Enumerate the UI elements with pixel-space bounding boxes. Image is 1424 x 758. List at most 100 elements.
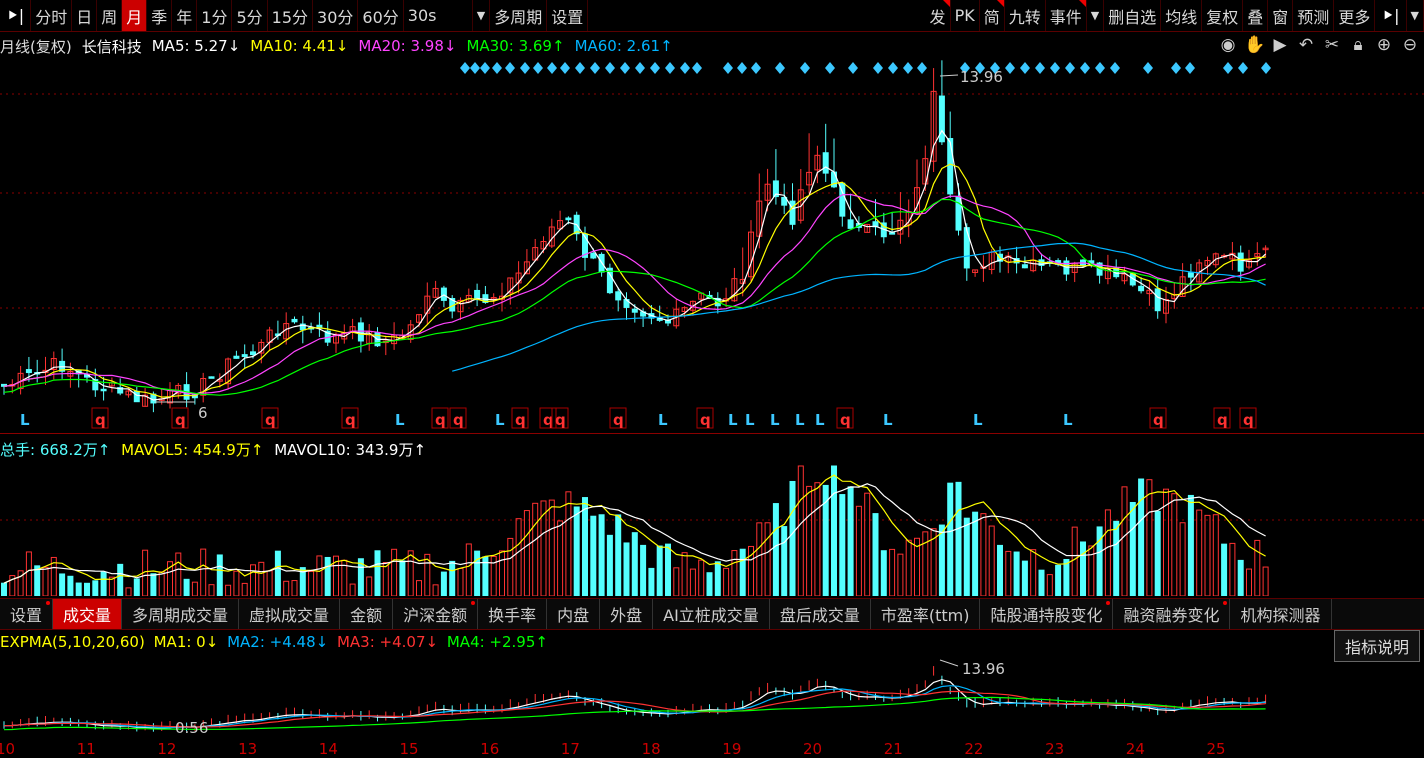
- chevron-down-icon[interactable]: ▼: [473, 0, 491, 31]
- panel-toggle-icon[interactable]: ⯈|: [0, 0, 32, 31]
- volume-bar: [955, 481, 962, 596]
- period-button-3[interactable]: 月: [122, 0, 148, 31]
- tool-button-3[interactable]: 九转: [1005, 0, 1046, 31]
- indicator-tab-13[interactable]: 融资融券变化: [1113, 599, 1231, 629]
- chevron-down-icon[interactable]: ▼: [1407, 0, 1424, 31]
- candlestick-chart[interactable]: 13.966L q q q q Lq q Lq q q q Lq L L L L Lq L L Lq q q: [0, 58, 1424, 433]
- play-icon[interactable]: ▶: [1270, 35, 1290, 55]
- candle-body: [133, 390, 140, 403]
- indicator-tab-11[interactable]: 市盈率(ttm): [871, 599, 981, 629]
- new-dot-icon: [1223, 601, 1228, 605]
- volume-info-bar: 总手: 668.2万↑ MAVOL5: 454.9万↑ MAVOL10: 343…: [0, 439, 432, 460]
- indicator-tab-6[interactable]: 换手率: [478, 599, 548, 629]
- eye-icon[interactable]: ◉: [1218, 35, 1238, 55]
- candle-body: [241, 354, 248, 358]
- tool-button-9[interactable]: 窗: [1268, 0, 1294, 31]
- zoom-in-icon[interactable]: ⊕: [1374, 35, 1394, 55]
- signal-L-label: L: [795, 411, 805, 429]
- signal-L-label: L: [1063, 411, 1073, 429]
- undo-icon[interactable]: ↶: [1296, 35, 1316, 55]
- indicator-tab-10[interactable]: 盘后成交量: [770, 599, 871, 629]
- panel-collapse-icon[interactable]: ⯈|: [1375, 0, 1407, 31]
- period-button-9[interactable]: 30分: [313, 0, 359, 31]
- x-axis-label: 16: [480, 740, 500, 758]
- indicator-tab-8[interactable]: 外盘: [600, 599, 654, 629]
- period-button-7[interactable]: 5分: [232, 0, 268, 31]
- tool-button-6[interactable]: 均线: [1161, 0, 1203, 31]
- period-button-6[interactable]: 1分: [197, 0, 233, 31]
- indicator-tab-2[interactable]: 多周期成交量: [122, 599, 240, 629]
- volume-bar: [665, 543, 671, 596]
- volume-bar: [366, 576, 373, 596]
- signal-L-label: L: [395, 411, 405, 429]
- volume-bar: [739, 548, 746, 596]
- volume-bar: [241, 582, 248, 596]
- tool-button-1[interactable]: PK: [951, 0, 980, 31]
- expma-chart[interactable]: 13.96 0.56: [0, 654, 1424, 740]
- volume-bar: [1055, 564, 1062, 596]
- period-button-8[interactable]: 15分: [268, 0, 314, 31]
- signal-L-label: L: [658, 411, 668, 429]
- indicator-tab-14[interactable]: 机构探测器: [1230, 599, 1332, 629]
- volume-bar: [1187, 494, 1194, 596]
- period-button-11[interactable]: 30s: [404, 0, 473, 31]
- scissors-icon[interactable]: ✂: [1322, 35, 1342, 55]
- tool-button-5[interactable]: 删自选: [1104, 0, 1162, 31]
- period-button-4[interactable]: 季: [147, 0, 173, 31]
- tool-button-8[interactable]: 叠: [1243, 0, 1269, 31]
- stock-name: 长信科技: [81, 37, 142, 56]
- period-button-12[interactable]: 多周期: [490, 0, 548, 31]
- indicator-tab-7[interactable]: 内盘: [547, 599, 601, 629]
- period-button-5[interactable]: 年: [172, 0, 198, 31]
- period-button-2[interactable]: 周: [97, 0, 123, 31]
- volume-chart[interactable]: [0, 460, 1424, 596]
- signal-diamond: [825, 62, 835, 74]
- period-button-0[interactable]: 分时: [31, 0, 73, 31]
- tool-button-4[interactable]: 事件: [1046, 0, 1087, 31]
- signal-diamond: [680, 62, 690, 74]
- volume-bar: [831, 465, 837, 596]
- zoom-out-icon[interactable]: ⊖: [1400, 35, 1420, 55]
- lock-icon[interactable]: 🔒︎: [1348, 35, 1368, 55]
- ma60-value: MA60: 2.61↑: [574, 37, 673, 55]
- tool-button-10[interactable]: 预测: [1293, 0, 1335, 31]
- volume-bar: [208, 584, 215, 596]
- x-axis-label: 20: [803, 740, 823, 758]
- volume-bar: [1104, 509, 1111, 596]
- hand-icon[interactable]: ✋: [1244, 35, 1265, 55]
- indicator-tab-label: 沪深金额: [403, 606, 468, 625]
- volume-bar: [656, 545, 663, 596]
- indicator-tab-3[interactable]: 虚拟成交量: [239, 599, 341, 629]
- volume-bar: [806, 485, 813, 596]
- tool-button-11[interactable]: 更多: [1334, 0, 1376, 31]
- signal-diamond: [620, 62, 630, 74]
- tool-button-0[interactable]: 发: [926, 0, 951, 31]
- expma-high-label: 13.96: [962, 660, 1005, 678]
- chevron-down-icon[interactable]: ▼: [1087, 0, 1105, 31]
- signal-diamond: [480, 62, 490, 74]
- period-button-13[interactable]: 设置: [547, 0, 589, 31]
- signal-diamond: [737, 62, 747, 74]
- indicator-tab-4[interactable]: 金额: [340, 599, 394, 629]
- tool-button-7[interactable]: 复权: [1202, 0, 1244, 31]
- expma-info-bar: EXPMA(5,10,20,60) MA1: 0↓ MA2: +4.48↓ MA…: [0, 633, 552, 651]
- volume-bar: [997, 544, 1003, 596]
- indicator-tab-0[interactable]: 设置: [0, 599, 54, 629]
- volume-bar: [1212, 514, 1219, 596]
- new-dot-icon: [471, 601, 476, 605]
- volume-bar: [175, 552, 182, 596]
- volume-bar: [1171, 493, 1178, 596]
- x-axis-label: 10: [0, 740, 16, 758]
- period-button-1[interactable]: 日: [72, 0, 98, 31]
- indicator-tab-12[interactable]: 陆股通持股变化: [980, 599, 1114, 629]
- indicator-tab-label: 机构探测器: [1240, 606, 1321, 625]
- candle-body: [440, 287, 447, 301]
- indicator-tab-5[interactable]: 沪深金额: [393, 599, 479, 629]
- volume-bar: [1138, 478, 1145, 596]
- tool-button-2[interactable]: 简: [980, 0, 1005, 31]
- indicator-tab-1[interactable]: 成交量: [53, 599, 123, 629]
- period-button-10[interactable]: 60分: [358, 0, 404, 31]
- volume-bar: [565, 491, 572, 596]
- indicator-tab-9[interactable]: AI立桩成交量: [653, 599, 770, 629]
- volume-bar: [59, 573, 66, 596]
